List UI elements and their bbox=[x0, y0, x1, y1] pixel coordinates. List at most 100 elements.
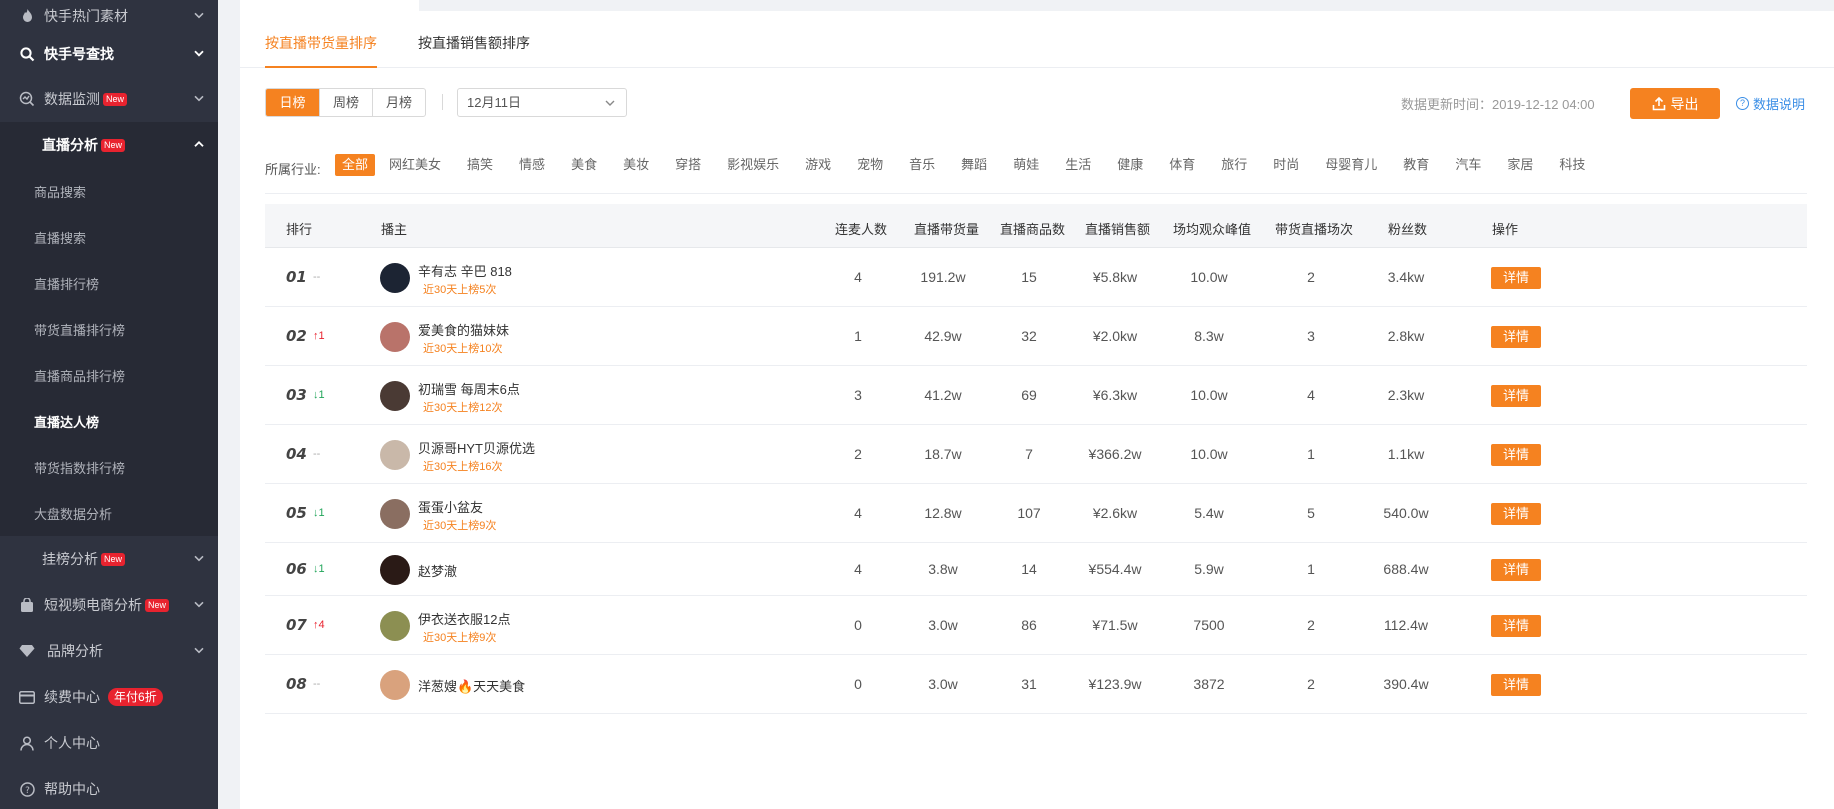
sidebar-item-label: 带货指数排行榜 bbox=[34, 460, 126, 476]
avatar[interactable] bbox=[380, 262, 410, 293]
detail-button[interactable]: 详情 bbox=[1491, 614, 1541, 637]
bag-icon bbox=[18, 596, 36, 614]
industry-label: 所属行业: bbox=[265, 162, 321, 177]
sidebar-item-short-video[interactable]: 短视频电商分析 New bbox=[0, 582, 218, 628]
cell-peak: 7500 bbox=[1193, 616, 1225, 633]
anchor-name[interactable]: 爱美食的猫妹妹 bbox=[418, 320, 509, 339]
sidebar-item-market-analysis[interactable]: 大盘数据分析 bbox=[0, 490, 218, 536]
rank-history-note: 近30天上榜10次 bbox=[423, 342, 503, 355]
sidebar-item-goods-search[interactable]: 商品搜索 bbox=[0, 168, 218, 214]
sidebar-item-live-analysis[interactable]: 直播分析 New bbox=[0, 122, 218, 168]
industry-chip[interactable]: 全部 bbox=[335, 154, 376, 176]
tab-sort-by-sales[interactable]: 按直播销售额排序 bbox=[418, 33, 530, 53]
sidebar-item-live-rank[interactable]: 直播排行榜 bbox=[0, 260, 218, 306]
industry-chip[interactable]: 家居 bbox=[1507, 154, 1533, 176]
cell-goods: 14 bbox=[1021, 560, 1037, 577]
cell-volume: 42.9w bbox=[924, 327, 962, 344]
sidebar-item-hot-material[interactable]: 快手热门素材 bbox=[0, 0, 218, 32]
detail-button[interactable]: 详情 bbox=[1491, 558, 1541, 581]
new-badge: New bbox=[103, 92, 128, 106]
sidebar-item-profile[interactable]: 个人中心 bbox=[0, 720, 218, 766]
avatar[interactable] bbox=[380, 554, 410, 585]
period-week-button[interactable]: 周榜 bbox=[319, 89, 372, 116]
sidebar-item-data-monitor[interactable]: 数据监测 New bbox=[0, 76, 218, 122]
cell-sales: ¥6.3kw bbox=[1092, 386, 1138, 403]
avatar[interactable] bbox=[380, 669, 410, 700]
anchor-name[interactable]: 贝源哥HYT贝源优选 bbox=[418, 438, 535, 457]
table-header: 排行 播主 连麦人数 直播带货量 直播商品数 直播销售额 场均观众峰值 带货直播… bbox=[265, 204, 1807, 248]
data-help-link[interactable]: ? 数据说明 bbox=[1736, 94, 1805, 113]
industry-chip[interactable]: 音乐 bbox=[909, 154, 935, 176]
industry-chip[interactable]: 宠物 bbox=[857, 154, 883, 176]
anchor-name[interactable]: 蛋蛋小盆友 bbox=[418, 497, 483, 516]
detail-button[interactable]: 详情 bbox=[1491, 384, 1541, 407]
period-month-button[interactable]: 月榜 bbox=[372, 89, 425, 116]
period-day-button[interactable]: 日榜 bbox=[266, 89, 319, 116]
rank-trend: -- bbox=[313, 270, 321, 283]
anchor-name[interactable]: 辛有志 辛巴 818 bbox=[418, 261, 512, 280]
industry-chip[interactable]: 穿搭 bbox=[675, 154, 701, 176]
industry-chip[interactable]: 情感 bbox=[519, 154, 545, 176]
industry-chip[interactable]: 母婴育儿 bbox=[1325, 154, 1377, 176]
avatar[interactable] bbox=[380, 380, 410, 411]
industry-chip[interactable]: 舞蹈 bbox=[961, 154, 987, 176]
detail-button[interactable]: 详情 bbox=[1491, 325, 1541, 348]
industry-chip[interactable]: 科技 bbox=[1559, 154, 1585, 176]
anchor-name[interactable]: 伊衣送衣服12点 bbox=[418, 609, 510, 628]
sidebar-item-live-search[interactable]: 直播搜索 bbox=[0, 214, 218, 260]
rank-history-note: 近30天上榜5次 bbox=[423, 283, 497, 296]
industry-chip[interactable]: 汽车 bbox=[1455, 154, 1481, 176]
industry-chip[interactable]: 搞笑 bbox=[467, 154, 493, 176]
detail-button[interactable]: 详情 bbox=[1491, 443, 1541, 466]
cell-fans: 112.4w bbox=[1383, 616, 1429, 633]
industry-chip[interactable]: 时尚 bbox=[1273, 154, 1299, 176]
user-icon bbox=[18, 734, 36, 752]
industry-chip[interactable]: 游戏 bbox=[805, 154, 831, 176]
cell-goods: 32 bbox=[1021, 327, 1037, 344]
export-button[interactable]: 导出 bbox=[1630, 88, 1720, 119]
detail-button[interactable]: 详情 bbox=[1491, 502, 1541, 525]
avatar[interactable] bbox=[380, 321, 410, 352]
sidebar-item-brand-analysis[interactable]: 品牌分析 bbox=[0, 628, 218, 674]
date-select[interactable]: 12月11日 bbox=[457, 88, 627, 117]
avatar[interactable] bbox=[380, 498, 410, 529]
sidebar-item-live-goods-rank[interactable]: 直播商品排行榜 bbox=[0, 352, 218, 398]
new-badge: New bbox=[145, 598, 170, 612]
industry-chip[interactable]: 旅行 bbox=[1221, 154, 1247, 176]
header-goods: 直播商品数 bbox=[1000, 222, 1066, 237]
sidebar-item-help[interactable]: ? 帮助中心 bbox=[0, 766, 218, 809]
sidebar-item-label: 直播商品排行榜 bbox=[34, 368, 126, 384]
industry-chip[interactable]: 体育 bbox=[1169, 154, 1195, 176]
sidebar-item-chart-analysis[interactable]: 挂榜分析 New bbox=[0, 536, 218, 582]
industry-chip[interactable]: 教育 bbox=[1403, 154, 1429, 176]
rank-trend: ↓1 bbox=[313, 506, 325, 519]
rank-trend: -- bbox=[313, 677, 321, 690]
industry-chip[interactable]: 萌娃 bbox=[1013, 154, 1039, 176]
divider bbox=[442, 94, 443, 110]
tab-sort-by-volume[interactable]: 按直播带货量排序 bbox=[265, 33, 377, 53]
table-row: 08 -- 洋葱嫂🔥天天美食 0 3.0w 31 ¥123.9w 3872 2 390.4w 详情 bbox=[265, 655, 1807, 714]
help-icon: ? bbox=[18, 780, 36, 798]
sidebar-item-sales-index-rank[interactable]: 带货指数排行榜 bbox=[0, 444, 218, 490]
sidebar-item-renew[interactable]: 续费中心 年付6折 bbox=[0, 674, 218, 720]
cell-peak: 5.4w bbox=[1194, 504, 1224, 521]
sidebar-item-sales-live-rank[interactable]: 带货直播排行榜 bbox=[0, 306, 218, 352]
detail-button[interactable]: 详情 bbox=[1491, 673, 1541, 696]
industry-chip[interactable]: 生活 bbox=[1065, 154, 1091, 176]
anchor-name[interactable]: 初瑞雪 每周末6点 bbox=[418, 379, 520, 398]
industry-chip[interactable]: 美妆 bbox=[623, 154, 649, 176]
industry-chip[interactable]: 美食 bbox=[571, 154, 597, 176]
industry-chip[interactable]: 影视娱乐 bbox=[727, 154, 779, 176]
cell-goods: 86 bbox=[1021, 616, 1037, 633]
industry-chip[interactable]: 网红美女 bbox=[389, 154, 441, 176]
avatar[interactable] bbox=[380, 610, 410, 641]
sidebar-item-account-search[interactable]: 快手号查找 bbox=[0, 32, 218, 76]
sidebar-item-live-talent-rank[interactable]: 直播达人榜 bbox=[0, 398, 218, 444]
industry-chip[interactable]: 健康 bbox=[1117, 154, 1143, 176]
detail-button[interactable]: 详情 bbox=[1491, 266, 1541, 289]
anchor-name[interactable]: 赵梦澈 bbox=[418, 561, 457, 580]
avatar[interactable] bbox=[380, 439, 410, 470]
anchor-name[interactable]: 洋葱嫂🔥天天美食 bbox=[418, 676, 525, 695]
cell-volume: 12.8w bbox=[924, 504, 962, 521]
sidebar-item-label: 商品搜索 bbox=[34, 184, 87, 200]
